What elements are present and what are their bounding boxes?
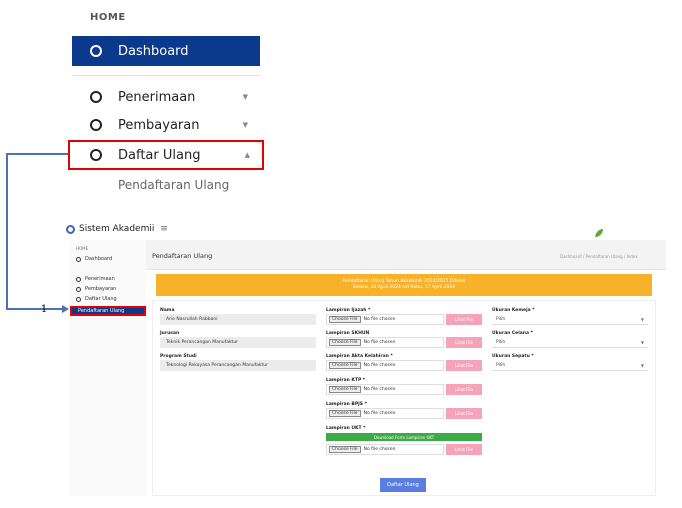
zoom-sidebar-item-daftar-ulang[interactable]: Daftar Ulang ▲ [68, 140, 264, 170]
choose-file-button[interactable]: Choose File [329, 446, 361, 453]
mini-page-title: Pendaftaran Ulang [152, 252, 213, 260]
ukt-label: Lampiran UKT * [326, 426, 366, 431]
chevron-up-icon: ▲ [244, 151, 250, 159]
connector-line-top [6, 153, 68, 155]
registration-banner: Pendaftaran Ulang Tahun Akademik 2024/20… [156, 274, 652, 296]
chevron-down-icon: ▼ [640, 362, 644, 368]
zoom-dashboard-label: Dashboard [118, 43, 189, 59]
zoom-sidebar-subitem-pendaftaran-ulang[interactable]: Pendaftaran Ulang [118, 178, 229, 192]
choose-file-button[interactable]: Choose File [329, 339, 361, 346]
menu-icon[interactable]: ≡ [160, 224, 168, 234]
leaf-icon[interactable] [594, 228, 604, 238]
ijazah-file-input[interactable]: Choose File No file chosen [326, 314, 444, 325]
zoom-penerimaan-label: Penerimaan [118, 89, 196, 105]
ktp-label: Lampiran KTP * [326, 378, 366, 383]
file-status: No file chosen [363, 363, 396, 368]
zoom-pembayaran-label: Pembayaran [118, 117, 200, 133]
app-title-text: Sistem Akademii [79, 224, 155, 234]
bpjs-label: Lampiran BPJS * [326, 402, 367, 407]
choose-file-button[interactable]: Choose File [329, 316, 361, 323]
celana-label: Ukuran Celana * [492, 331, 533, 336]
zoom-divider [72, 75, 260, 76]
jurusan-field: Teknik Perancangan Manufaktur [160, 337, 316, 348]
zoom-home-label: HOME [90, 12, 126, 23]
bpjs-view-button[interactable]: Lihat File [446, 408, 482, 419]
circle-icon [76, 276, 81, 282]
ktp-file-input[interactable]: Choose File No file chosen [326, 384, 444, 395]
file-status: No file chosen [363, 317, 396, 322]
ukt-view-button[interactable]: Lihat File [446, 444, 482, 455]
mini-pendaftaran-ulang-label: Pendaftaran Ulang [78, 308, 125, 314]
choose-file-button[interactable]: Choose File [329, 362, 361, 369]
skhun-label: Lampiran SKHUN [326, 331, 370, 336]
mini-sidebar-item-pembayaran[interactable]: Pembayaran [76, 286, 144, 292]
mini-daftar-ulang-label: Daftar Ulang [85, 296, 117, 302]
callout-number: 1 [40, 303, 48, 315]
file-status: No file chosen [363, 340, 396, 345]
kemeja-selected: Pilih [496, 316, 506, 322]
file-status: No file chosen [363, 387, 396, 392]
download-ukt-button[interactable]: Download Form Lampiran UKT [326, 433, 482, 441]
akta-file-input[interactable]: Choose File No file chosen [326, 360, 444, 371]
mini-sidebar-item-dashboard[interactable]: Dashboard [76, 256, 144, 262]
mini-sidebar-subitem-pendaftaran-ulang[interactable]: Pendaftaran Ulang [70, 306, 146, 316]
kemeja-select[interactable]: Pilih ▼ [492, 314, 648, 325]
nama-label: Nama [160, 308, 175, 313]
celana-selected: Pilih [496, 339, 506, 345]
chevron-down-icon: ▼ [640, 316, 644, 322]
skhun-file-input[interactable]: Choose File No file chosen [326, 337, 444, 348]
prodi-field: Teknologi Rekayasa Perancangan Manufaktu… [160, 360, 316, 371]
registration-form-card [152, 300, 656, 496]
sepatu-selected: Pilih [496, 362, 506, 368]
mini-breadcrumb[interactable]: Dashboard / Pendaftaran Ulang / Index [560, 254, 638, 259]
mini-home-label: HOME [76, 246, 89, 251]
skhun-view-button[interactable]: Lihat File [446, 337, 482, 348]
chevron-down-icon: ▼ [242, 93, 248, 101]
file-status: No file chosen [363, 447, 396, 452]
mini-penerimaan-label: Penerimaan [85, 276, 115, 282]
circle-icon [76, 286, 81, 292]
sepatu-select[interactable]: Pilih ▼ [492, 360, 648, 371]
circle-icon [90, 119, 102, 131]
nama-field: Arie Nasrullah Rabbani [160, 314, 316, 325]
celana-select[interactable]: Pilih ▼ [492, 337, 648, 348]
mini-dashboard-label: Dashboard [85, 256, 113, 262]
ktp-view-button[interactable]: Lihat File [446, 384, 482, 395]
zoom-sidebar-item-pembayaran[interactable]: Pembayaran ▼ [72, 112, 260, 138]
daftar-ulang-submit-button[interactable]: Daftar Ulang [380, 478, 426, 492]
circle-icon [90, 91, 102, 103]
zoom-daftar-ulang-label: Daftar Ulang [118, 147, 201, 163]
ijazah-view-button[interactable]: Lihat File [446, 314, 482, 325]
jurusan-label: Jurusan [160, 331, 180, 336]
circle-icon [90, 45, 102, 57]
circle-icon [76, 256, 81, 262]
prodi-label: Program Studi [160, 354, 197, 359]
mini-pembayaran-label: Pembayaran [85, 286, 117, 292]
connector-line-vertical [6, 153, 8, 310]
mini-sidebar-item-penerimaan[interactable]: Penerimaan [76, 276, 144, 282]
app-title: Sistem Akademii ≡ [66, 224, 168, 234]
circle-icon [90, 149, 102, 161]
akta-label: Lampiran Akta Kelahiran * [326, 354, 393, 359]
banner-line-2: Selasa, 16 April 2024 s/d Rabu, 17 April… [352, 285, 456, 290]
mini-sidebar-item-daftar-ulang[interactable]: Daftar Ulang [76, 296, 144, 302]
chevron-down-icon: ▼ [242, 121, 248, 129]
ijazah-label: Lampiran Ijazah * [326, 308, 371, 313]
bpjs-file-input[interactable]: Choose File No file chosen [326, 408, 444, 419]
akta-view-button[interactable]: Lihat File [446, 360, 482, 371]
choose-file-button[interactable]: Choose File [329, 386, 361, 393]
choose-file-button[interactable]: Choose File [329, 410, 361, 417]
file-status: No file chosen [363, 411, 396, 416]
chevron-down-icon: ▼ [640, 339, 644, 345]
zoom-sidebar-item-penerimaan[interactable]: Penerimaan ▼ [72, 84, 260, 110]
zoom-sidebar-item-dashboard[interactable]: Dashboard [72, 36, 260, 66]
gear-icon [66, 224, 75, 234]
sepatu-label: Ukuran Sepatu * [492, 354, 534, 359]
circle-icon [76, 296, 81, 302]
ukt-file-input[interactable]: Choose File No file chosen [326, 444, 444, 455]
kemeja-label: Ukuran Kemeja * [492, 308, 535, 313]
